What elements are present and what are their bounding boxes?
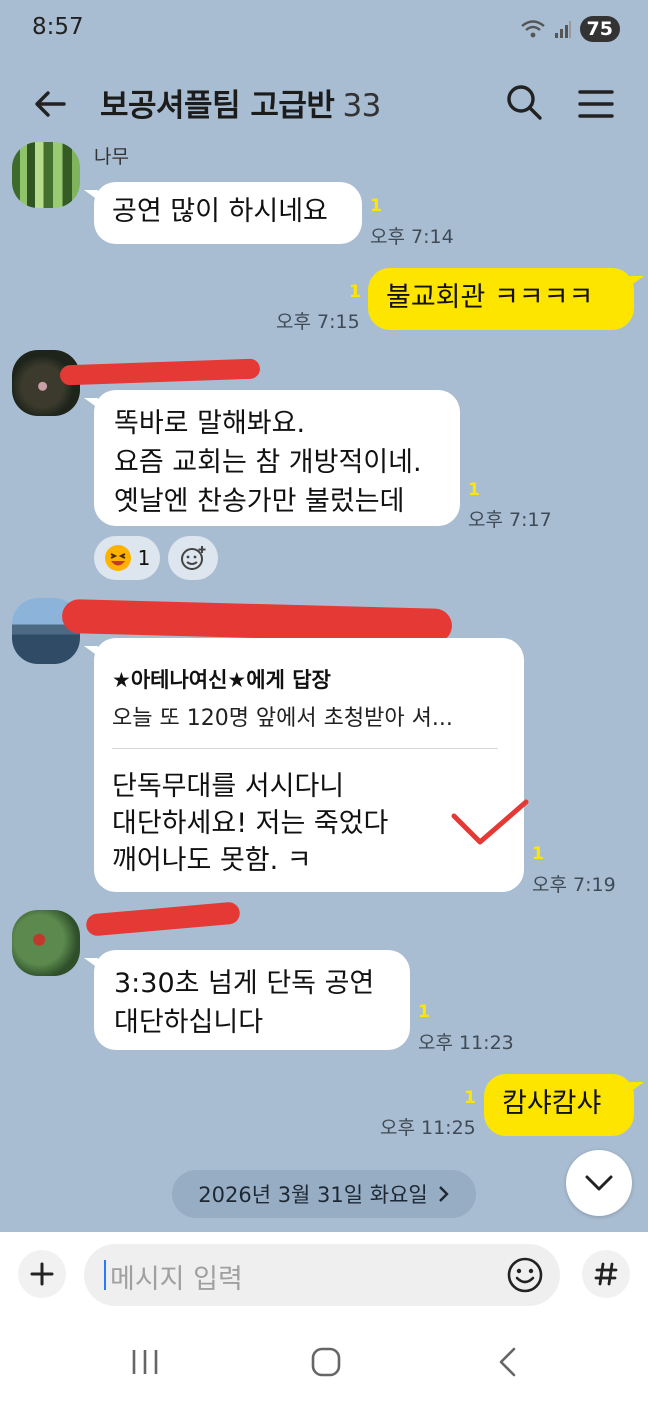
text-caret bbox=[104, 1260, 106, 1290]
message-time: 오후 7:15 bbox=[276, 311, 360, 333]
hashtag-button[interactable] bbox=[582, 1250, 630, 1298]
chat-room-name: 보공셔플팀 고급반 bbox=[100, 88, 335, 124]
avatar[interactable] bbox=[12, 910, 80, 976]
message-time: 오후 7:19 bbox=[532, 874, 616, 896]
unread-count: 1 bbox=[349, 282, 361, 302]
my-message-bubble[interactable]: 캄샤캄샤 bbox=[484, 1074, 644, 1136]
recent-apps-icon[interactable] bbox=[130, 1348, 160, 1376]
avatar[interactable] bbox=[12, 142, 80, 208]
date-label: 2026년 3월 31일 화요일 bbox=[198, 1183, 428, 1207]
input-placeholder: 메시지 입력 bbox=[110, 1264, 243, 1295]
message-bubble[interactable]: 3:30초 넘게 단독 공연 대단하십니다 bbox=[84, 950, 410, 1050]
unread-count: 1 bbox=[532, 844, 544, 864]
battery-icon: 75 bbox=[579, 16, 620, 42]
emoji-icon[interactable] bbox=[506, 1256, 544, 1294]
chat-header: 보공셔플팀 고급반 33 bbox=[0, 60, 648, 144]
message-text: 단독무대를 서시다니 대단하세요! 저는 죽었다 깨어나도 못함. ㅋ bbox=[112, 771, 389, 876]
unread-count: 1 bbox=[370, 196, 382, 216]
redaction-scribble bbox=[59, 358, 261, 386]
message-bubble[interactable]: 똑바로 말해봐요. 요즘 교회는 참 개방적이네. 옛날엔 찬송가만 불렀는데 bbox=[84, 390, 460, 526]
redaction-scribble bbox=[85, 901, 241, 937]
reply-message-bubble[interactable]: ★아테나여신★에게 답장 오늘 또 120명 앞에서 초청받아 셔... 단독무… bbox=[84, 638, 524, 892]
attach-button[interactable] bbox=[18, 1250, 66, 1298]
chevron-down-icon bbox=[585, 1175, 613, 1191]
back-arrow-icon[interactable] bbox=[30, 84, 70, 124]
redaction-scribble bbox=[61, 598, 453, 644]
menu-icon[interactable] bbox=[576, 84, 616, 124]
status-time: 8:57 bbox=[32, 14, 84, 40]
chevron-right-icon bbox=[438, 1186, 449, 1202]
signal-icon bbox=[554, 21, 571, 38]
message-time: 오후 7:14 bbox=[370, 226, 454, 248]
reply-to-label: ★아테나여신★에게 답장 bbox=[112, 668, 331, 692]
home-icon[interactable] bbox=[310, 1346, 342, 1378]
unread-count: 1 bbox=[418, 1002, 430, 1022]
scroll-to-bottom-button[interactable] bbox=[566, 1150, 632, 1216]
reaction-chip[interactable]: 1 bbox=[94, 536, 160, 580]
message-time: 오후 7:17 bbox=[468, 509, 552, 531]
unread-count: 1 bbox=[468, 480, 480, 500]
plus-icon bbox=[30, 1262, 54, 1286]
search-icon[interactable] bbox=[504, 82, 544, 122]
status-bar: 8:57 75 bbox=[0, 0, 648, 60]
message-bubble[interactable]: 공연 많이 하시네요 bbox=[84, 182, 362, 244]
quoted-message: 오늘 또 120명 앞에서 초청받아 셔... bbox=[112, 706, 453, 731]
chat-title: 보공셔플팀 고급반 33 bbox=[100, 80, 381, 125]
my-message-bubble[interactable]: 불교회관 ㅋㅋㅋㅋ bbox=[368, 268, 644, 330]
date-divider[interactable]: 2026년 3월 31일 화요일 bbox=[172, 1170, 476, 1218]
unread-count: 1 bbox=[464, 1088, 476, 1108]
message-time: 오후 11:23 bbox=[418, 1032, 514, 1054]
sender-name: 나무 bbox=[94, 146, 129, 168]
system-navigation-bar bbox=[0, 1316, 648, 1404]
message-time: 오후 11:25 bbox=[380, 1117, 476, 1139]
add-emoji-icon bbox=[181, 546, 206, 570]
member-count: 33 bbox=[342, 88, 381, 124]
reaction-count: 1 bbox=[137, 546, 151, 570]
red-checkmark-annotation bbox=[451, 799, 529, 845]
add-reaction-button[interactable] bbox=[168, 536, 218, 580]
hashtag-icon bbox=[594, 1262, 618, 1286]
message-input-bar: 메시지 입력 bbox=[0, 1232, 648, 1316]
status-icons: 75 bbox=[520, 16, 620, 42]
grinning-emoji-icon bbox=[104, 545, 131, 571]
wifi-icon bbox=[520, 20, 545, 38]
message-input[interactable]: 메시지 입력 bbox=[84, 1244, 560, 1306]
system-back-icon[interactable] bbox=[496, 1346, 520, 1378]
reply-divider bbox=[112, 748, 498, 749]
